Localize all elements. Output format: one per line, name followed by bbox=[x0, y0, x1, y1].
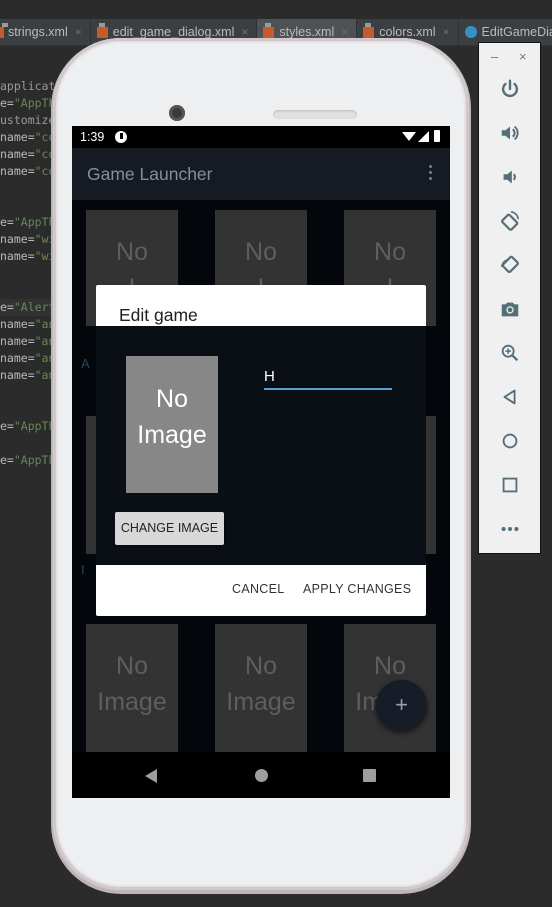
game-tile[interactable]: No Image bbox=[215, 624, 307, 752]
cancel-button[interactable]: CANCEL bbox=[232, 582, 285, 596]
xml-file-icon bbox=[96, 22, 108, 38]
volume-down-icon[interactable] bbox=[498, 165, 522, 189]
close-button[interactable]: × bbox=[519, 49, 527, 64]
code-line: name="an bbox=[0, 334, 56, 348]
front-camera bbox=[169, 105, 185, 121]
code-line: name="an bbox=[0, 368, 56, 382]
tab-strings-xml[interactable]: strings.xml × bbox=[0, 19, 91, 45]
code-line: name="an bbox=[0, 317, 56, 331]
more-icon[interactable] bbox=[498, 517, 522, 541]
section-label: I bbox=[81, 562, 85, 577]
tab-label: strings.xml bbox=[8, 25, 68, 39]
code-line: name="an bbox=[0, 351, 56, 365]
wifi-icon bbox=[402, 132, 416, 141]
xml-file-icon bbox=[0, 22, 8, 38]
tab-label: edit_game_dialog.xml bbox=[112, 25, 235, 39]
tab-label: colors.xml bbox=[379, 25, 436, 39]
game-name-input[interactable] bbox=[264, 364, 392, 390]
section-label: A bbox=[81, 356, 90, 371]
add-game-fab[interactable]: + bbox=[376, 680, 427, 731]
edit-game-dialog: Edit game No Image CHANGE IMAGE CANCEL A… bbox=[96, 285, 426, 616]
code-line: name="co bbox=[0, 147, 56, 161]
dialog-title: Edit game bbox=[119, 305, 198, 325]
game-tile[interactable]: No Image bbox=[86, 624, 178, 752]
add-icon: + bbox=[395, 692, 408, 717]
code-line: applicat bbox=[0, 79, 56, 93]
app-bar: Game Launcher bbox=[72, 148, 450, 200]
close-tab-icon[interactable]: × bbox=[443, 25, 450, 39]
zoom-icon[interactable] bbox=[498, 341, 522, 365]
code-line: ustomize bbox=[0, 113, 56, 127]
code-line: e="AppTh bbox=[0, 215, 56, 229]
back-icon[interactable] bbox=[145, 769, 157, 783]
device-screen[interactable]: 1:39 Game Launcher No I No I No I A I No… bbox=[72, 126, 450, 798]
signal-icon bbox=[418, 131, 429, 142]
camera-icon[interactable] bbox=[498, 297, 522, 321]
rotate-right-icon[interactable] bbox=[498, 253, 522, 277]
overview-icon[interactable] bbox=[498, 473, 522, 497]
apply-changes-button[interactable]: APPLY CHANGES bbox=[303, 582, 411, 596]
class-file-icon bbox=[464, 26, 477, 38]
code-line: e="AppTh bbox=[0, 453, 56, 467]
battery-icon bbox=[434, 130, 440, 142]
home-icon[interactable] bbox=[255, 769, 268, 782]
earpiece-speaker bbox=[273, 110, 357, 119]
back-icon[interactable] bbox=[498, 385, 522, 409]
tab-label: EditGameDia bbox=[481, 25, 552, 39]
code-line: name="wi bbox=[0, 232, 56, 246]
code-line: e="AppTh bbox=[0, 96, 56, 110]
volume-up-icon[interactable] bbox=[498, 121, 522, 145]
status-bar: 1:39 bbox=[72, 126, 450, 148]
code-line: e="Alert bbox=[0, 299, 56, 316]
minimize-button[interactable]: – bbox=[491, 49, 498, 64]
xml-file-icon bbox=[363, 22, 375, 38]
home-icon[interactable] bbox=[498, 429, 522, 453]
recents-icon[interactable] bbox=[363, 769, 376, 782]
tab-label: styles.xml bbox=[279, 25, 335, 39]
xml-file-icon bbox=[263, 22, 275, 38]
close-tab-icon[interactable]: × bbox=[75, 25, 82, 39]
dialog-body: No Image CHANGE IMAGE bbox=[96, 326, 426, 565]
emulator-toolbar: – × bbox=[478, 42, 541, 554]
code-editor[interactable]: applicat e="AppTh ustomize name="co name="co… bbox=[0, 78, 56, 469]
close-tab-icon[interactable]: × bbox=[341, 25, 348, 39]
power-icon[interactable] bbox=[498, 77, 522, 101]
code-line: name="co bbox=[0, 164, 56, 178]
overflow-menu-icon[interactable] bbox=[422, 165, 438, 185]
change-image-button[interactable]: CHANGE IMAGE bbox=[115, 512, 224, 545]
code-line: name="wi bbox=[0, 249, 56, 263]
pie-notification-icon bbox=[115, 131, 127, 143]
close-tab-icon[interactable]: × bbox=[241, 25, 248, 39]
app-title: Game Launcher bbox=[87, 164, 213, 184]
code-line: e="AppTh bbox=[0, 419, 56, 433]
status-time: 1:39 bbox=[80, 130, 105, 144]
game-image-preview: No Image bbox=[126, 356, 218, 493]
dialog-actions: CANCEL APPLY CHANGES bbox=[96, 565, 426, 616]
rotate-left-icon[interactable] bbox=[498, 209, 522, 233]
code-line: name="co bbox=[0, 130, 56, 144]
navigation-bar bbox=[72, 752, 450, 798]
